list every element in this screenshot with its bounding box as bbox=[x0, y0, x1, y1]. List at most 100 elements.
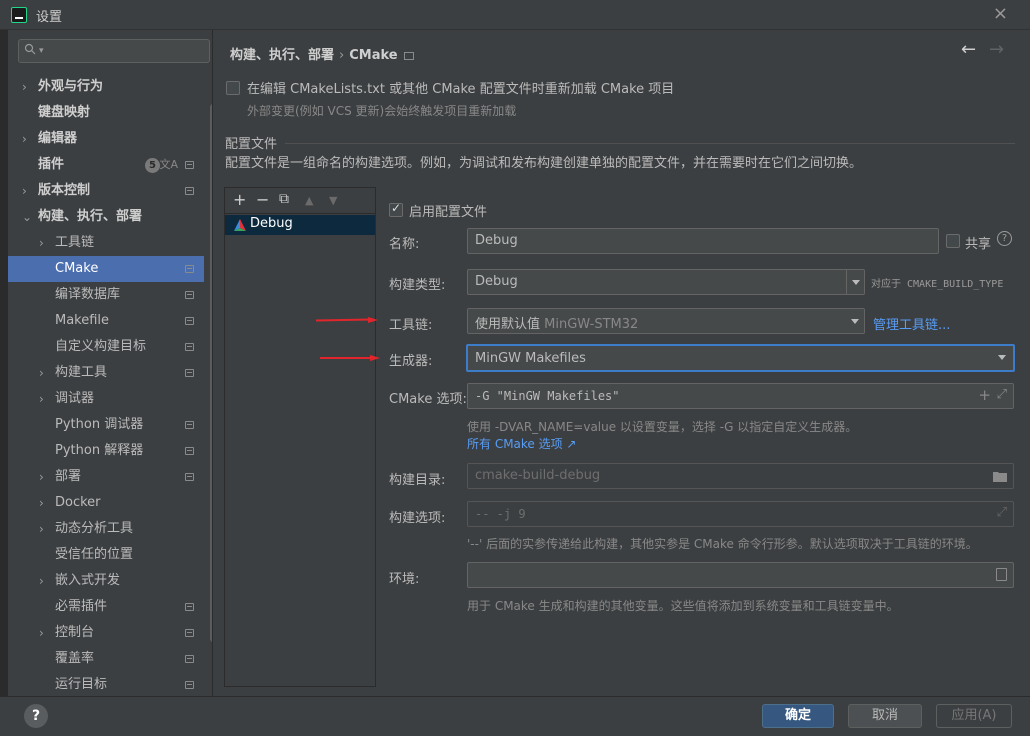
sidebar-item[interactable]: › 嵌入式开发 bbox=[8, 568, 204, 594]
help-icon[interactable]: ? bbox=[997, 231, 1012, 246]
chevron-right-icon[interactable]: › bbox=[39, 568, 44, 594]
annotation-arrowhead-toolchain bbox=[368, 317, 378, 323]
sidebar-item-label: 插件 bbox=[38, 157, 65, 172]
sidebar-item-label: 必需插件 bbox=[55, 599, 108, 614]
remove-profile-button[interactable]: − bbox=[256, 190, 269, 209]
sidebar-item[interactable]: ⌄ 构建、执行、部署 bbox=[8, 204, 204, 230]
sidebar-item[interactable]: Python 解释器 bbox=[8, 438, 204, 464]
manage-toolchains-link[interactable]: 管理工具链... bbox=[873, 314, 950, 333]
sidebar-item[interactable]: › 调试器 bbox=[8, 386, 204, 412]
sidebar-item[interactable]: › 部署 bbox=[8, 464, 204, 490]
chevron-right-icon[interactable]: › bbox=[39, 464, 44, 490]
chevron-down-icon[interactable] bbox=[846, 270, 864, 294]
close-icon[interactable]: × bbox=[993, 3, 1008, 24]
chevron-right-icon[interactable]: › bbox=[22, 126, 27, 152]
chevron-right-icon[interactable]: › bbox=[39, 490, 44, 516]
chevron-down-icon[interactable] bbox=[846, 309, 864, 333]
move-down-button[interactable]: ▼ bbox=[329, 194, 337, 207]
sidebar-item-label: 构建工具 bbox=[55, 365, 108, 380]
copy-profile-button[interactable]: ⧉ bbox=[279, 191, 289, 207]
sidebar-item-label: 外观与行为 bbox=[38, 79, 104, 94]
environment-label: 环境: bbox=[389, 572, 420, 587]
chevron-right-icon[interactable]: › bbox=[39, 516, 44, 542]
sidebar-item[interactable]: Python 调试器 bbox=[8, 412, 204, 438]
cancel-button[interactable]: 取消 bbox=[848, 704, 922, 728]
all-cmake-options-link[interactable]: 所有 CMake 选项 ↗ bbox=[467, 435, 577, 452]
cmake-options-label: CMake 选项: bbox=[389, 392, 467, 407]
sidebar-item[interactable]: › Docker bbox=[8, 490, 204, 516]
sidebar-item[interactable]: › 版本控制 bbox=[8, 178, 204, 204]
chevron-right-icon[interactable]: › bbox=[22, 74, 27, 100]
environment-input[interactable] bbox=[467, 562, 1014, 588]
folder-icon[interactable] bbox=[993, 470, 1007, 482]
sidebar-item[interactable]: 覆盖率 bbox=[8, 646, 204, 672]
project-scope-icon bbox=[185, 681, 194, 689]
chevron-right-icon[interactable]: › bbox=[39, 360, 44, 386]
move-up-button[interactable]: ▲ bbox=[305, 194, 313, 207]
sidebar-item[interactable]: › 动态分析工具 bbox=[8, 516, 204, 542]
reload-cmake-hint: 外部变更(例如 VCS 更新)会始终触发项目重新加载 bbox=[247, 104, 517, 118]
sidebar-item[interactable]: 受信任的位置 bbox=[8, 542, 204, 568]
back-arrow-icon[interactable]: ← bbox=[961, 39, 976, 60]
cmake-options-input[interactable]: -G "MinGW Makefiles" + ⤢ bbox=[467, 383, 1014, 409]
build-directory-input[interactable]: cmake-build-debug bbox=[467, 463, 1014, 489]
sidebar-item[interactable]: › 控制台 bbox=[8, 620, 204, 646]
ok-button[interactable]: 确定 bbox=[762, 704, 834, 728]
expand-icon[interactable]: ⤢ bbox=[997, 387, 1007, 402]
chevron-right-icon[interactable]: › bbox=[22, 178, 27, 204]
project-scope-icon bbox=[185, 161, 194, 169]
sidebar-item-label: CMake bbox=[55, 261, 99, 276]
generator-label: 生成器: bbox=[389, 354, 433, 369]
cmake-triangle-icon bbox=[234, 219, 246, 231]
sidebar-item[interactable]: 自定义构建目标 bbox=[8, 334, 204, 360]
search-options-caret[interactable]: ▾ bbox=[39, 46, 44, 56]
build-type-combobox[interactable]: Debug bbox=[467, 269, 865, 295]
profile-item-debug[interactable]: Debug bbox=[225, 215, 375, 235]
sidebar-item[interactable]: 键盘映射 bbox=[8, 100, 204, 126]
sidebar-item[interactable]: › 构建工具 bbox=[8, 360, 204, 386]
plugin-update-badge: 5 bbox=[145, 158, 160, 173]
chevron-right-icon[interactable]: › bbox=[39, 386, 44, 412]
toolchain-default-name: MinGW-STM32 bbox=[544, 317, 639, 332]
chevron-down-icon[interactable]: ⌄ bbox=[22, 204, 32, 230]
breadcrumb-build[interactable]: 构建、执行、部署 bbox=[230, 48, 334, 63]
forward-arrow-icon[interactable]: → bbox=[989, 39, 1004, 60]
project-scope-icon bbox=[185, 603, 194, 611]
add-profile-button[interactable]: + bbox=[233, 190, 246, 209]
sidebar-item[interactable]: › 编辑器 bbox=[8, 126, 204, 152]
sidebar-item-label: 版本控制 bbox=[38, 183, 91, 198]
apply-button[interactable]: 应用(A) bbox=[936, 704, 1012, 728]
sidebar-item[interactable]: 运行目标 bbox=[8, 672, 204, 696]
settings-search-input[interactable]: ▾ bbox=[18, 39, 210, 63]
plus-icon[interactable]: + bbox=[978, 386, 991, 404]
sidebar-item[interactable]: 插件 5 文A bbox=[8, 152, 204, 178]
share-checkbox[interactable] bbox=[946, 234, 960, 248]
edit-environment-icon[interactable] bbox=[996, 568, 1007, 581]
name-input[interactable]: Debug bbox=[467, 228, 939, 254]
build-options-placeholder: -- -j 9 bbox=[475, 507, 526, 521]
search-icon bbox=[24, 43, 36, 55]
sidebar-item-label: 控制台 bbox=[55, 625, 95, 640]
sidebar-item-label: 嵌入式开发 bbox=[55, 573, 121, 588]
chevron-down-icon[interactable] bbox=[998, 355, 1006, 360]
sidebar-item[interactable]: › 外观与行为 bbox=[8, 74, 204, 100]
breadcrumb-cmake: CMake bbox=[349, 48, 398, 63]
toolchain-selected: 使用默认值 bbox=[475, 317, 541, 332]
enable-profile-checkbox[interactable] bbox=[389, 201, 403, 217]
build-options-input[interactable]: -- -j 9 ⤢ bbox=[467, 501, 1014, 527]
help-button[interactable]: ? bbox=[24, 704, 48, 728]
chevron-right-icon[interactable]: › bbox=[39, 230, 44, 256]
share-label: 共享 bbox=[965, 237, 992, 252]
annotation-arrow-generator bbox=[320, 357, 372, 359]
profile-name: Debug bbox=[250, 216, 293, 231]
chevron-right-icon[interactable]: › bbox=[39, 620, 44, 646]
generator-combobox[interactable]: MinGW Makefiles bbox=[466, 344, 1015, 372]
sidebar-item[interactable]: Makefile bbox=[8, 308, 204, 334]
sidebar-item[interactable]: 编译数据库 bbox=[8, 282, 204, 308]
expand-icon[interactable]: ⤢ bbox=[997, 505, 1007, 520]
sidebar-item[interactable]: CMake bbox=[8, 256, 204, 282]
toolchain-combobox[interactable]: 使用默认值 MinGW-STM32 bbox=[467, 308, 865, 334]
reload-cmake-checkbox[interactable] bbox=[226, 81, 240, 95]
sidebar-item[interactable]: 必需插件 bbox=[8, 594, 204, 620]
sidebar-item[interactable]: › 工具链 bbox=[8, 230, 204, 256]
